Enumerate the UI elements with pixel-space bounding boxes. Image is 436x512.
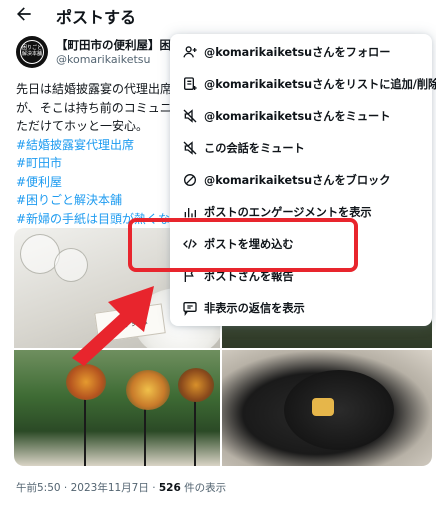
- header: ポストする: [0, 0, 436, 30]
- author-handle[interactable]: @komarikaiketsu: [56, 53, 150, 66]
- menu-item-label: @komarikaiketsuさんをブロック: [204, 174, 391, 187]
- menu-item-label: @komarikaiketsuさんをフォロー: [204, 46, 391, 59]
- menu-item-mute-conversation[interactable]: この会話をミュート: [170, 132, 432, 164]
- dish-food: [312, 398, 334, 416]
- annotation-highlight-box: [128, 218, 358, 272]
- menu-item-block[interactable]: @komarikaiketsuさんをブロック: [170, 164, 432, 196]
- post-timestamp[interactable]: 午前5:50 · 2023年11月7日 ·: [16, 482, 159, 494]
- menu-item-mute-user[interactable]: @komarikaiketsuさんをミュート: [170, 100, 432, 132]
- mute-icon: [183, 109, 197, 123]
- menu-item-follow[interactable]: @komarikaiketsuさんをフォロー: [170, 36, 432, 68]
- avatar-text: 困りごと 解決本舗: [21, 45, 42, 57]
- post-meta: 午前5:50 · 2023年11月7日 · 526 件の表示: [16, 480, 226, 495]
- mute-conversation-icon: [183, 141, 197, 155]
- menu-item-label: この会話をミュート: [204, 142, 305, 155]
- view-count-suffix: 件の表示: [180, 482, 227, 494]
- block-icon: [184, 174, 196, 186]
- photo-dish[interactable]: [222, 350, 432, 466]
- flower-bouquet: [126, 370, 170, 410]
- dish-plate: [284, 370, 394, 450]
- menu-item-label: 非表示の返信を表示: [204, 302, 305, 315]
- menu-item-list[interactable]: @komarikaiketsuさんをリストに追加/削除: [170, 68, 436, 100]
- hidden-replies-icon: [183, 302, 197, 316]
- flower-bouquet: [178, 368, 214, 402]
- menu-item-hidden-replies[interactable]: 非表示の返信を表示: [170, 292, 432, 324]
- list-icon: [184, 77, 197, 90]
- page-title: ポストする: [56, 8, 137, 27]
- back-arrow-icon[interactable]: [14, 4, 34, 24]
- menu-item-label: @komarikaiketsuさんをリストに追加/削除: [204, 78, 436, 91]
- follow-icon: [183, 46, 197, 58]
- vase-stand: [84, 390, 86, 466]
- view-count: 526: [158, 482, 181, 494]
- menu-item-label: @komarikaiketsuさんをミュート: [204, 110, 391, 123]
- avatar[interactable]: 困りごと 解決本舗: [16, 36, 48, 68]
- more-options-menu: @komarikaiketsuさんをフォロー @komarikaiketsuさん…: [170, 34, 436, 326]
